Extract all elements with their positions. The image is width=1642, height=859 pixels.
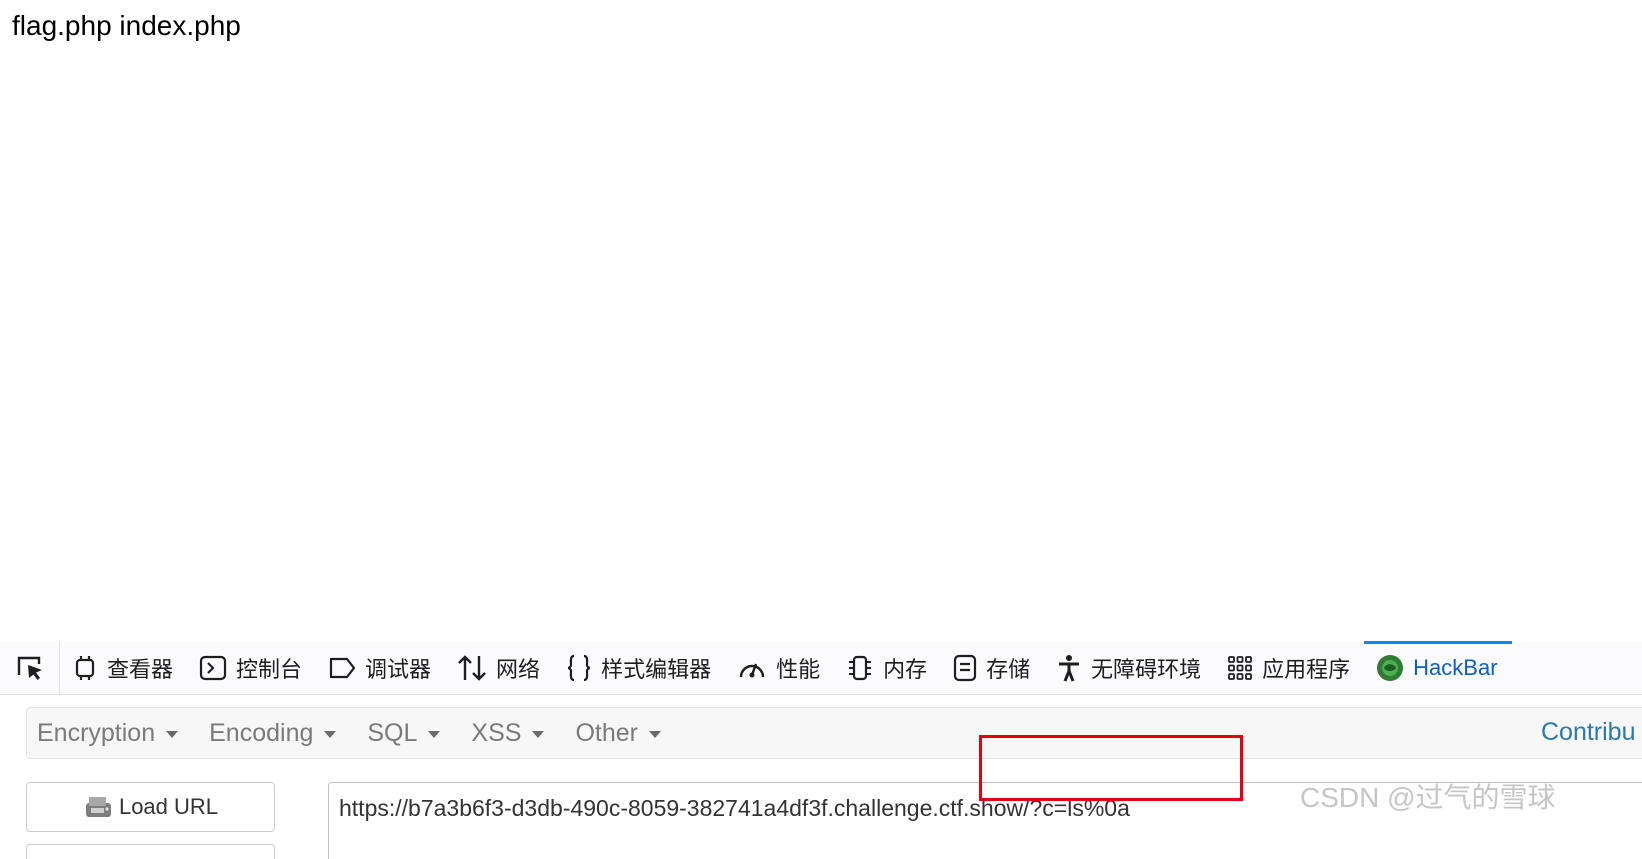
- caret-down-icon: [428, 730, 441, 738]
- menu-label: Encoding: [209, 718, 314, 747]
- element-picker-icon: [17, 656, 42, 680]
- menu-xss[interactable]: XSS: [461, 719, 554, 748]
- tab-inspector[interactable]: 查看器: [60, 641, 187, 694]
- contribute-link[interactable]: Contribu: [1541, 718, 1636, 747]
- load-url-button[interactable]: Load URL: [26, 782, 275, 832]
- tab-accessibility[interactable]: 无障碍环境: [1044, 641, 1215, 694]
- menu-label: XSS: [471, 718, 522, 747]
- menu-label: SQL: [367, 718, 418, 747]
- menu-other[interactable]: Other: [565, 719, 671, 748]
- tab-network[interactable]: 网络: [445, 641, 554, 694]
- memory-icon: [849, 655, 872, 680]
- devtools-toolbar: 查看器 控制台 调试器 网络 样式编辑器 性能 内存 存储 无障碍环境 应用程序…: [0, 641, 1642, 695]
- console-icon: [199, 655, 227, 680]
- caret-down-icon: [166, 730, 179, 738]
- performance-icon: [739, 663, 765, 677]
- tab-label: 查看器: [107, 656, 174, 682]
- menu-label: Other: [575, 718, 638, 747]
- devtools-panel: 查看器 控制台 调试器 网络 样式编辑器 性能 内存 存储 无障碍环境 应用程序…: [0, 641, 1642, 859]
- annotation-highlight-box: [979, 735, 1243, 801]
- debugger-icon: [329, 657, 356, 678]
- split-url-button[interactable]: [26, 844, 275, 859]
- application-icon: [1228, 655, 1253, 680]
- menu-label: Encryption: [37, 718, 156, 747]
- tab-label: 应用程序: [1262, 656, 1351, 682]
- tab-debugger[interactable]: 调试器: [316, 641, 445, 694]
- style-editor-icon: [567, 654, 591, 681]
- hackbar-menubar: Encryption Encoding SQL XSS Other Contri…: [26, 707, 1642, 759]
- menu-encoding[interactable]: Encoding: [199, 719, 346, 748]
- load-url-icon: [85, 797, 111, 817]
- inspector-icon: [75, 655, 95, 680]
- tab-label: 存储: [986, 656, 1031, 682]
- tab-storage[interactable]: 存储: [941, 641, 1044, 694]
- element-picker-button[interactable]: [0, 641, 60, 694]
- tab-hackbar[interactable]: HackBar: [1364, 641, 1512, 694]
- menu-encryption[interactable]: Encryption: [27, 719, 188, 748]
- hackbar-icon: [1377, 654, 1404, 681]
- network-icon: [458, 654, 486, 681]
- tab-application[interactable]: 应用程序: [1215, 641, 1364, 694]
- tab-label: 样式编辑器: [601, 656, 712, 682]
- accessibility-icon: [1059, 654, 1080, 682]
- tab-label: 无障碍环境: [1091, 656, 1202, 682]
- caret-down-icon: [648, 730, 661, 738]
- tab-label: 控制台: [236, 656, 303, 682]
- tab-style-editor[interactable]: 样式编辑器: [554, 641, 725, 694]
- page-output-text: flag.php index.php: [12, 10, 241, 41]
- tab-label: 性能: [776, 656, 821, 682]
- caret-down-icon: [324, 730, 337, 738]
- tab-label: 内存: [883, 656, 928, 682]
- menu-sql[interactable]: SQL: [357, 719, 450, 748]
- tab-label: HackBar: [1413, 654, 1498, 680]
- storage-icon: [954, 654, 977, 681]
- tab-label: 网络: [496, 656, 541, 682]
- watermark: CSDN @过气的雪球: [1300, 782, 1556, 813]
- tab-console[interactable]: 控制台: [187, 641, 316, 694]
- load-url-label: Load URL: [118, 794, 219, 819]
- tab-memory[interactable]: 内存: [834, 641, 941, 694]
- tab-performance[interactable]: 性能: [725, 641, 834, 694]
- caret-down-icon: [532, 730, 545, 738]
- tab-label: 调试器: [365, 656, 432, 682]
